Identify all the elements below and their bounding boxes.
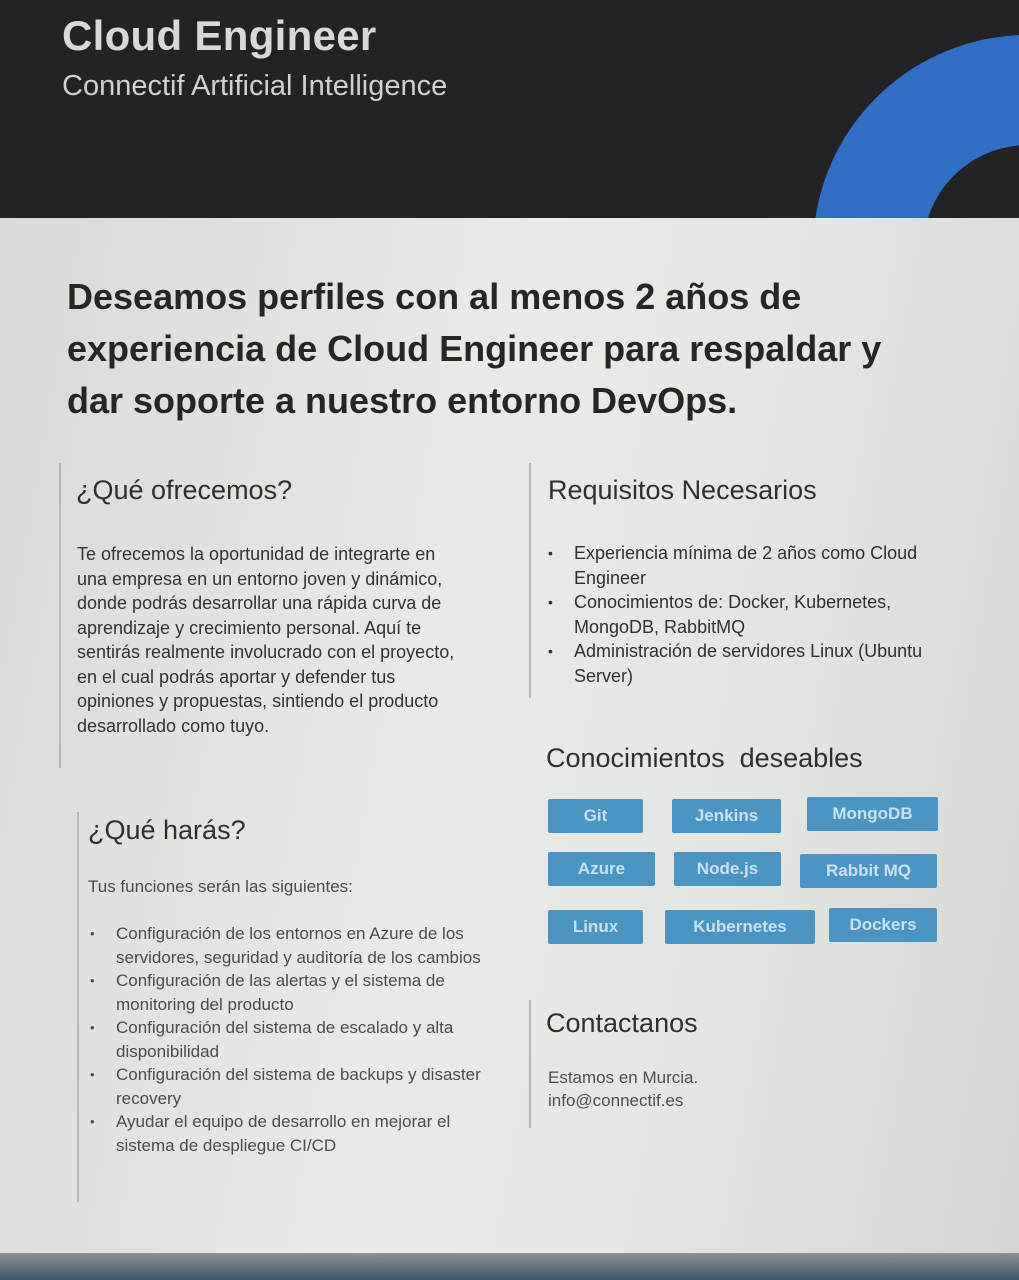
logo-arc-icon xyxy=(815,35,1019,218)
list-item: Ayudar el equipo de desarrollo en mejora… xyxy=(90,1110,490,1157)
skills-heading: Conocimientos deseables xyxy=(546,743,863,773)
divider-contact xyxy=(529,1000,531,1128)
company-name: Connectif Artificial Intelligence xyxy=(62,70,448,102)
job-title: Cloud Engineer xyxy=(62,12,377,59)
skill-tag-rabbitmq: Rabbit MQ xyxy=(800,854,937,888)
skill-tag-jenkins: Jenkins xyxy=(672,799,781,833)
list-item: Configuración de los entornos en Azure d… xyxy=(90,922,490,969)
skill-tag-nodejs: Node.js xyxy=(674,852,781,886)
tasks-heading: ¿Qué harás? xyxy=(88,815,246,845)
contact-heading: Contactanos xyxy=(546,1008,698,1038)
list-item: Configuración del sistema de escalado y … xyxy=(90,1016,490,1063)
skill-tag-git: Git xyxy=(548,799,643,833)
skill-tag-kubernetes: Kubernetes xyxy=(665,910,815,944)
skill-tag-azure: Azure xyxy=(548,852,655,886)
requirements-heading: Requisitos Necesarios xyxy=(548,475,817,505)
bottom-strip xyxy=(0,1253,1019,1280)
list-item: Experiencia mínima de 2 años como Cloud … xyxy=(548,541,928,590)
divider-offer xyxy=(59,463,61,768)
skill-tag-linux: Linux xyxy=(548,910,643,944)
header-banner: Cloud Engineer Connectif Artificial Inte… xyxy=(0,0,1019,218)
list-item: Administración de servidores Linux (Ubun… xyxy=(548,639,928,688)
skill-tag-dockers: Dockers xyxy=(829,908,937,942)
tasks-list: Configuración de los entornos en Azure d… xyxy=(90,922,490,1157)
offer-text: Te ofrecemos la oportunidad de integrart… xyxy=(77,544,455,736)
offer-heading: ¿Qué ofrecemos? xyxy=(76,475,293,505)
divider-requirements xyxy=(529,463,531,698)
divider-tasks xyxy=(77,812,79,1202)
requirements-list: Experiencia mínima de 2 años como Cloud … xyxy=(548,541,928,688)
contact-email-link[interactable]: info@connectif.es xyxy=(548,1089,698,1112)
contact-location: Estamos en Murcia. xyxy=(548,1068,699,1087)
headline: Deseamos perfiles con al menos 2 años de… xyxy=(67,276,882,421)
list-item: Configuración de las alertas y el sistem… xyxy=(90,969,490,1016)
list-item: Configuración del sistema de backups y d… xyxy=(90,1063,490,1110)
skill-tag-mongodb: MongoDB xyxy=(807,797,938,831)
tasks-intro: Tus funciones serán las siguientes: xyxy=(88,877,353,896)
list-item: Conocimientos de: Docker, Kubernetes, Mo… xyxy=(548,590,928,639)
contact-info: Estamos en Murcia. info@connectif.es xyxy=(548,1066,698,1112)
